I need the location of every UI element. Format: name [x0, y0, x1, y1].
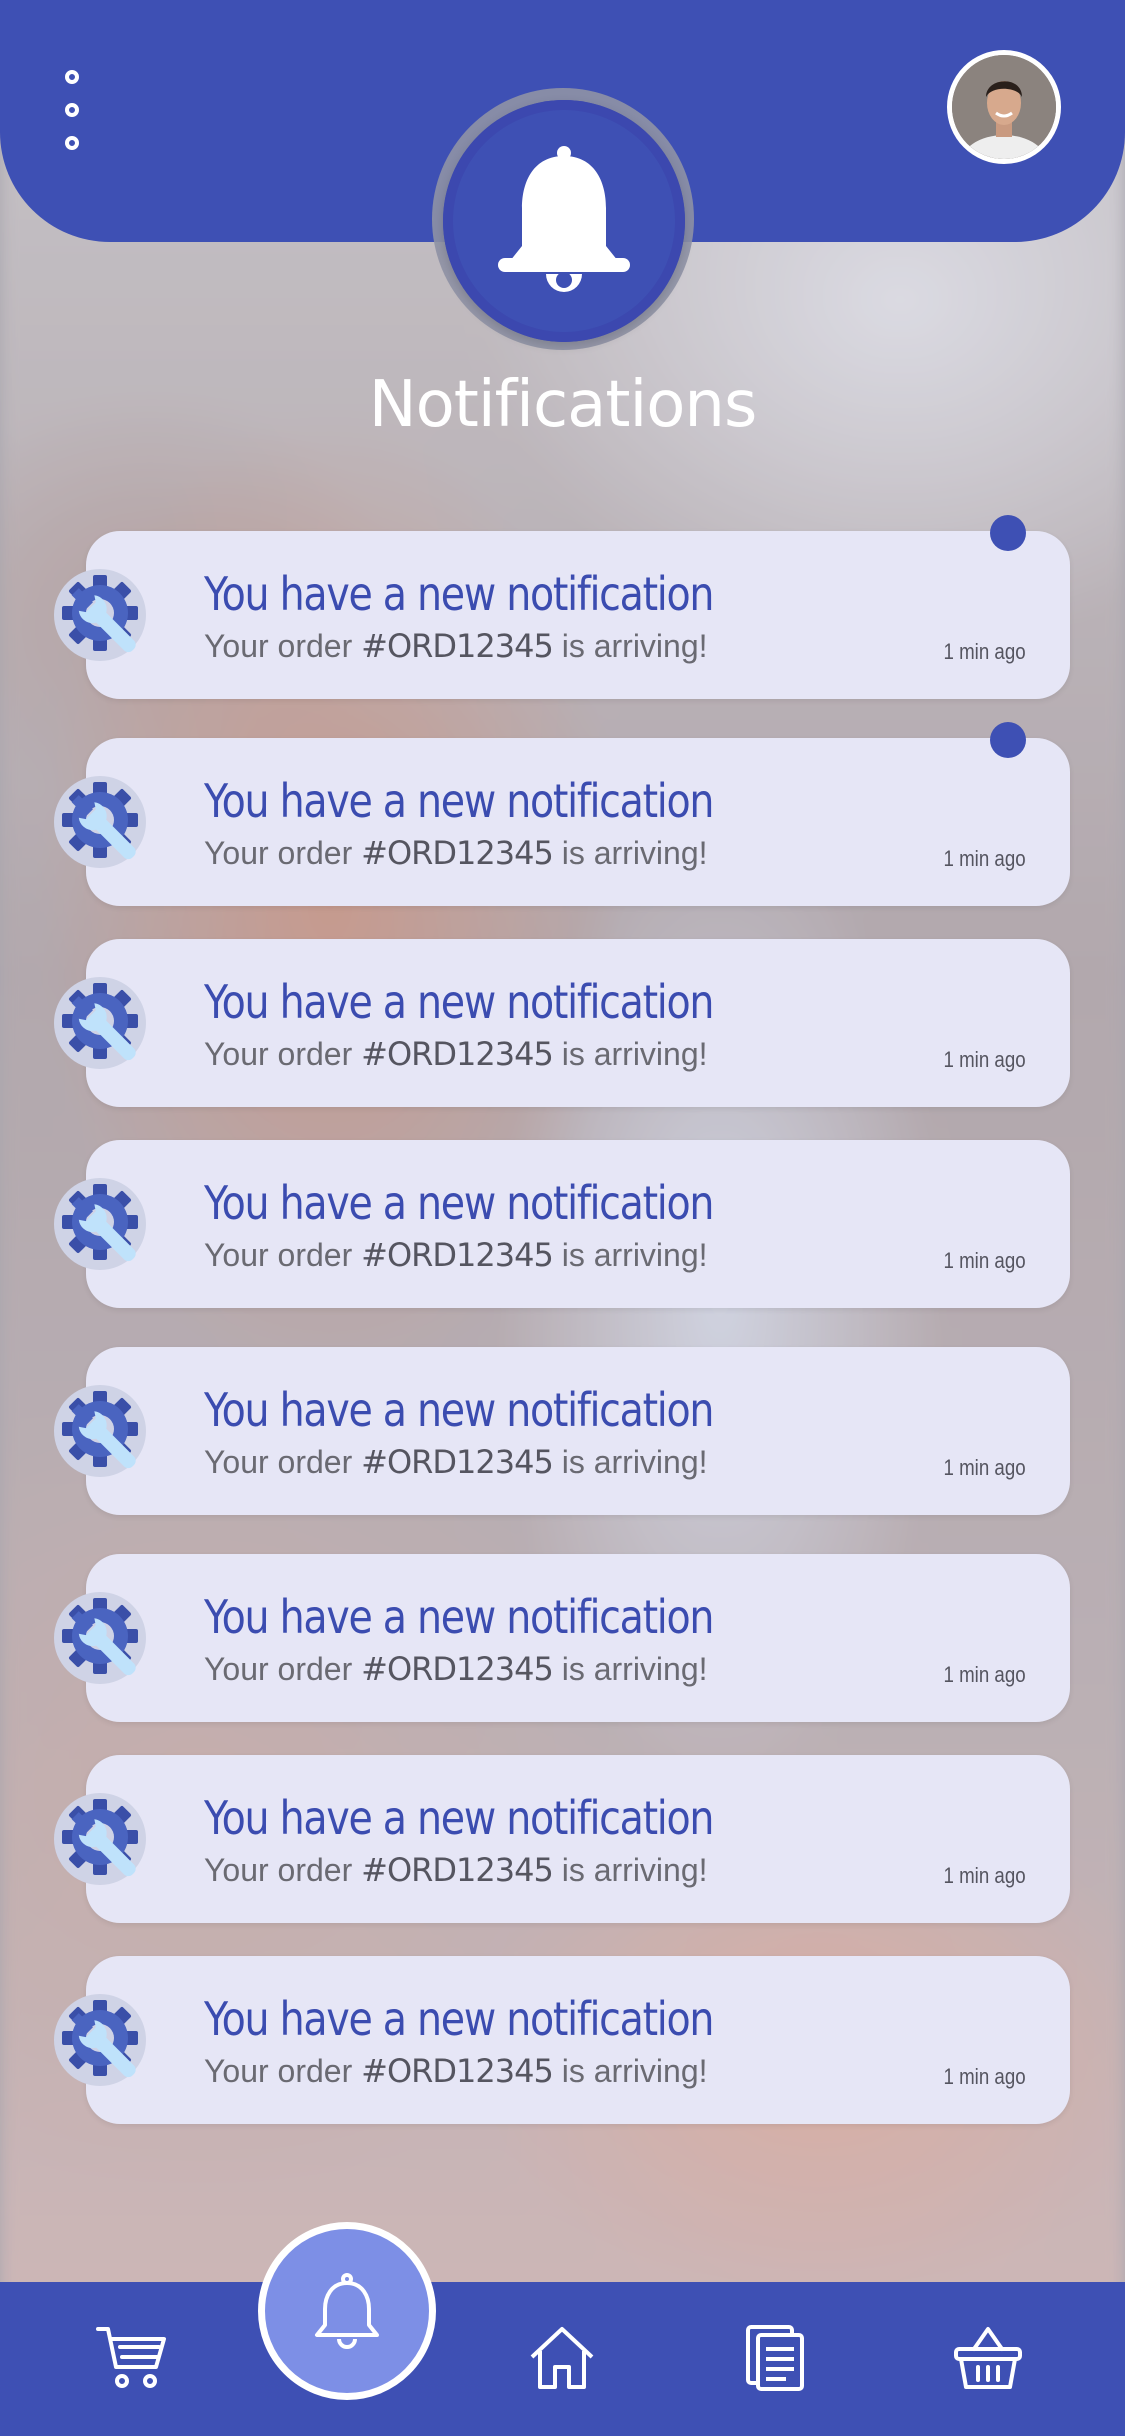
notification-body-suffix: is arriving! — [552, 1237, 708, 1273]
notification-time: 1 min ago — [943, 1248, 1026, 1273]
settings-wrench-icon — [52, 567, 148, 663]
settings-wrench-icon — [52, 1791, 148, 1887]
order-number: #ORD12345 — [361, 1650, 554, 1688]
notification-card[interactable]: You have a new notification Your order #… — [54, 1956, 1070, 2124]
notification-card[interactable]: You have a new notification Your order #… — [54, 1554, 1070, 1722]
notification-title: You have a new notification — [204, 567, 714, 621]
notification-body: Your order #ORD12345 is arriving! — [204, 2052, 708, 2090]
menu-dot — [65, 136, 79, 150]
notification-body-prefix: Your order — [204, 1852, 362, 1888]
notification-title: You have a new notification — [204, 774, 714, 828]
notification-body: Your order #ORD12345 is arriving! — [204, 1851, 708, 1889]
notification-title: You have a new notification — [204, 1383, 714, 1437]
notification-body-prefix: Your order — [204, 835, 362, 871]
notification-body-prefix: Your order — [204, 1651, 362, 1687]
notification-body-suffix: is arriving! — [552, 1852, 708, 1888]
notification-time: 1 min ago — [943, 2064, 1026, 2089]
notification-body: Your order #ORD12345 is arriving! — [204, 1236, 708, 1274]
nav-notifications-button[interactable] — [258, 2222, 436, 2400]
settings-wrench-icon — [52, 774, 148, 870]
order-number: #ORD12345 — [361, 627, 554, 665]
order-number: #ORD12345 — [361, 2052, 554, 2090]
notification-body: Your order #ORD12345 is arriving! — [204, 627, 708, 665]
header-bell-badge — [443, 100, 685, 342]
nav-documents-button[interactable] — [736, 2318, 816, 2398]
basket-icon — [954, 2327, 1022, 2389]
settings-wrench-icon — [52, 1176, 148, 1272]
menu-dot — [65, 103, 79, 117]
notification-body-suffix: is arriving! — [552, 1651, 708, 1687]
notification-body-prefix: Your order — [204, 1444, 362, 1480]
menu-dot — [65, 70, 79, 84]
settings-wrench-icon — [52, 1383, 148, 1479]
order-number: #ORD12345 — [361, 1035, 554, 1073]
documents-icon — [746, 2325, 804, 2391]
settings-wrench-icon — [52, 975, 148, 1071]
notification-card[interactable]: You have a new notification Your order #… — [54, 515, 1070, 699]
order-number: #ORD12345 — [361, 1851, 554, 1889]
user-avatar[interactable] — [947, 50, 1061, 164]
notification-card[interactable]: You have a new notification Your order #… — [54, 1755, 1070, 1923]
notification-card[interactable]: You have a new notification Your order #… — [54, 1347, 1070, 1515]
avatar-portrait — [952, 55, 1056, 159]
notification-time: 1 min ago — [943, 1662, 1026, 1687]
nav-basket-button[interactable] — [948, 2318, 1028, 2398]
home-icon — [530, 2327, 594, 2389]
unread-indicator — [990, 515, 1026, 551]
menu-dots-icon[interactable] — [58, 70, 86, 150]
order-number: #ORD12345 — [361, 1236, 554, 1274]
notification-body-prefix: Your order — [204, 1237, 362, 1273]
notification-body-suffix: is arriving! — [552, 835, 708, 871]
bell-icon — [498, 146, 630, 292]
order-number: #ORD12345 — [361, 1443, 554, 1481]
notification-body-prefix: Your order — [204, 2053, 362, 2089]
notification-body-prefix: Your order — [204, 628, 362, 664]
bell-icon — [315, 2273, 379, 2349]
notification-title: You have a new notification — [204, 1590, 714, 1644]
notification-body: Your order #ORD12345 is arriving! — [204, 834, 708, 872]
notification-body-suffix: is arriving! — [552, 1444, 708, 1480]
notification-body-suffix: is arriving! — [552, 1036, 708, 1072]
notification-time: 1 min ago — [943, 1455, 1026, 1480]
notification-time: 1 min ago — [943, 846, 1026, 871]
notification-body-prefix: Your order — [204, 1036, 362, 1072]
notification-body-suffix: is arriving! — [552, 628, 708, 664]
notification-body: Your order #ORD12345 is arriving! — [204, 1650, 708, 1688]
order-number: #ORD12345 — [361, 834, 554, 872]
nav-cart-button[interactable] — [92, 2318, 172, 2398]
settings-wrench-icon — [52, 1992, 148, 2088]
notification-card[interactable]: You have a new notification Your order #… — [54, 722, 1070, 906]
notification-title: You have a new notification — [204, 1791, 714, 1845]
cart-icon — [96, 2327, 166, 2388]
notification-card[interactable]: You have a new notification Your order #… — [54, 1140, 1070, 1308]
notification-card[interactable]: You have a new notification Your order #… — [54, 939, 1070, 1107]
notification-time: 1 min ago — [943, 1047, 1026, 1072]
unread-indicator — [990, 722, 1026, 758]
notification-body: Your order #ORD12345 is arriving! — [204, 1035, 708, 1073]
notification-body: Your order #ORD12345 is arriving! — [204, 1443, 708, 1481]
page-title: Notifications — [368, 368, 758, 442]
notification-title: You have a new notification — [204, 1992, 714, 2046]
notification-time: 1 min ago — [943, 639, 1026, 664]
notification-body-suffix: is arriving! — [552, 2053, 708, 2089]
notification-time: 1 min ago — [943, 1863, 1026, 1888]
notification-title: You have a new notification — [204, 1176, 714, 1230]
settings-wrench-icon — [52, 1590, 148, 1686]
notification-title: You have a new notification — [204, 975, 714, 1029]
nav-home-button[interactable] — [522, 2318, 602, 2398]
